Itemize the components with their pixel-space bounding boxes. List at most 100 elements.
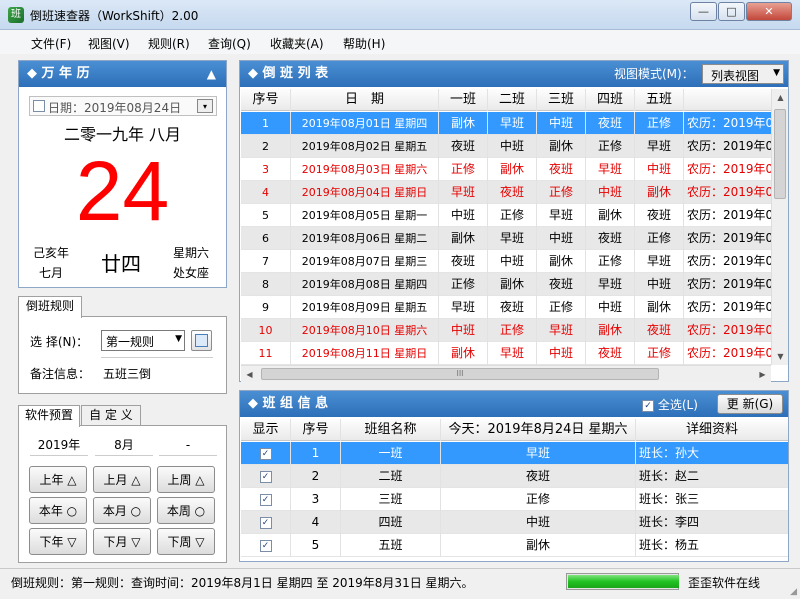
row-group-name: 二班 [341, 465, 441, 488]
row-show[interactable]: ✓ [241, 488, 291, 511]
row-shift3: 副休 [537, 250, 586, 273]
refresh-button[interactable]: 更 新(G) [717, 394, 783, 414]
table-row[interactable]: ✓ 4 四班 中班 班长：李四 [241, 511, 788, 534]
select-all-toggle[interactable]: ✓ 全选(L) [642, 396, 698, 413]
row-shift2: 早班 [488, 227, 537, 250]
row-shift1: 副休 [439, 112, 488, 135]
tab-custom[interactable]: 自 定 义 [81, 405, 141, 425]
show-checkbox[interactable]: ✓ [259, 493, 272, 506]
col-header-lunar[interactable] [684, 89, 771, 111]
col-header-shift2[interactable]: 二班 [488, 89, 537, 111]
row-shift5: 夜班 [635, 319, 684, 342]
vscroll-thumb[interactable] [774, 109, 786, 199]
col-header-shift1[interactable]: 一班 [439, 89, 488, 111]
minimize-button[interactable]: — [690, 2, 717, 21]
week-field[interactable]: - [159, 435, 217, 456]
table-row[interactable]: ✓ 5 五班 副休 班长：杨五 [241, 534, 788, 557]
show-checkbox[interactable]: ✓ [259, 470, 272, 483]
col-header-shift5[interactable]: 五班 [635, 89, 684, 111]
table-row[interactable]: 12019年08月01日 星期四副休早班中班夜班正修农历：2019年07 [241, 112, 771, 135]
table-row[interactable]: 72019年08月07日 星期三夜班中班副休正修早班农历：2019年07 [241, 250, 771, 273]
row-show[interactable]: ✓ [241, 511, 291, 534]
table-row[interactable]: 22019年08月02日 星期五夜班中班副休正修早班农历：2019年07 [241, 135, 771, 158]
row-date: 2019年08月01日 星期四 [291, 112, 439, 135]
menu-rules[interactable]: 规则(R) [148, 35, 190, 52]
col-header-detail[interactable]: 详细资料 [636, 419, 788, 441]
col-header-today[interactable]: 今天：2019年8月24日 星期六 [441, 419, 636, 441]
prev-month-button[interactable]: 上月 △ [93, 466, 151, 493]
show-checkbox[interactable]: ✓ [259, 539, 272, 552]
menu-help[interactable]: 帮助(H) [343, 35, 385, 52]
row-no: 1 [241, 112, 291, 135]
rule-edit-button[interactable] [191, 330, 212, 351]
show-checkbox[interactable]: ✓ [259, 516, 272, 529]
month-field[interactable]: 8月 [95, 435, 153, 456]
col-header-shift3[interactable]: 三班 [537, 89, 586, 111]
prev-year-button[interactable]: 上年 △ [29, 466, 87, 493]
this-year-button[interactable]: 本年 ○ [29, 497, 87, 524]
col-header-group-name[interactable]: 班组名称 [341, 419, 441, 441]
close-button[interactable]: ✕ [746, 2, 792, 21]
rule-select[interactable]: 第一规则 ▼ [101, 330, 185, 351]
resize-grip-icon[interactable]: ◢ [790, 587, 797, 597]
hscroll-thumb[interactable]: III [261, 368, 659, 380]
row-shift3: 中班 [537, 227, 586, 250]
menu-view[interactable]: 视图(V) [88, 35, 130, 52]
row-no: 3 [241, 158, 291, 181]
menu-file[interactable]: 文件(F) [31, 35, 71, 52]
this-month-button[interactable]: 本月 ○ [93, 497, 151, 524]
scroll-right-icon[interactable]: ▶ [754, 366, 771, 383]
table-row[interactable]: 62019年08月06日 星期二副休早班中班夜班正修农历：2019年07 [241, 227, 771, 250]
group-table-body: ✓ 1 一班 早班 班长：孙大 ✓ 2 二班 夜班 班长：赵二 ✓ 3 三班 正修 班长：张三 ✓ 4 四班 中班班… [241, 442, 788, 560]
collapse-icon[interactable]: ▲ [207, 61, 216, 87]
menu-query[interactable]: 查询(Q) [208, 35, 251, 52]
row-shift5: 中班 [635, 158, 684, 181]
scroll-down-icon[interactable]: ▼ [772, 348, 789, 365]
table-row[interactable]: 42019年08月04日 星期日早班夜班正修中班副休农历：2019年07 [241, 181, 771, 204]
calendar-dropdown-icon[interactable]: ▾ [197, 99, 213, 113]
table-row[interactable]: ✓ 1 一班 早班 班长：孙大 [241, 442, 788, 465]
table-row[interactable]: 102019年08月10日 星期六中班正修早班副休夜班农历：2019年07 [241, 319, 771, 342]
show-checkbox[interactable]: ✓ [259, 447, 272, 460]
shift-table-hscroll[interactable]: ◀ III ▶ [241, 365, 771, 382]
col-header-shift4[interactable]: 四班 [586, 89, 635, 111]
tab-rules[interactable]: 倒班规则 [18, 296, 82, 318]
year-field[interactable]: 2019年 [30, 435, 88, 456]
table-row[interactable]: 92019年08月09日 星期五早班夜班正修中班副休农历：2019年07 [241, 296, 771, 319]
next-year-button[interactable]: 下年 ▽ [29, 528, 87, 555]
row-no: 3 [291, 488, 341, 511]
online-status[interactable]: 歪歪软件在线 [688, 574, 760, 591]
table-row[interactable]: 112019年08月11日 星期日副休早班中班夜班正修农历：2019年07 [241, 342, 771, 365]
row-show[interactable]: ✓ [241, 534, 291, 557]
date-picker[interactable]: 日期：2019年08月24日 ▾ [29, 96, 217, 116]
tab-presets[interactable]: 软件预置 [18, 405, 80, 427]
row-show[interactable]: ✓ [241, 442, 291, 465]
table-row[interactable]: ✓ 3 三班 正修 班长：张三 [241, 488, 788, 511]
row-lunar: 农历：2019年07 [687, 323, 771, 337]
maximize-button[interactable]: □ [718, 2, 745, 21]
view-mode-select[interactable]: 列表视图 ▼ [702, 64, 784, 84]
view-mode-label: 视图模式(M)： [614, 67, 694, 81]
col-header-date[interactable]: 日 期 [291, 89, 439, 111]
this-week-button[interactable]: 本周 ○ [157, 497, 215, 524]
next-month-button[interactable]: 下月 ▽ [93, 528, 151, 555]
row-shift4: 夜班 [586, 112, 635, 135]
col-header-group-no[interactable]: 序号 [291, 419, 341, 441]
row-shift1: 中班 [439, 319, 488, 342]
date-checkbox[interactable] [33, 100, 45, 112]
table-row[interactable]: 32019年08月03日 星期六正修副休夜班早班中班农历：2019年07 [241, 158, 771, 181]
next-week-button[interactable]: 下周 ▽ [157, 528, 215, 555]
menu-favorites[interactable]: 收藏夹(A) [270, 35, 324, 52]
col-header-no[interactable]: 序号 [241, 89, 291, 111]
scroll-left-icon[interactable]: ◀ [241, 366, 258, 383]
table-row[interactable]: ✓ 2 二班 夜班 班长：赵二 [241, 465, 788, 488]
table-row[interactable]: 52019年08月05日 星期一中班正修早班副休夜班农历：2019年07 [241, 204, 771, 227]
row-show[interactable]: ✓ [241, 465, 291, 488]
shift-table-vscroll[interactable]: ▲ ▼ [771, 89, 788, 365]
prev-week-button[interactable]: 上周 △ [157, 466, 215, 493]
scroll-up-icon[interactable]: ▲ [772, 89, 789, 106]
table-row[interactable]: 82019年08月08日 星期四正修副休夜班早班中班农历：2019年07 [241, 273, 771, 296]
col-header-show[interactable]: 显示 [241, 419, 291, 441]
row-detail: 班长：赵二 [639, 469, 700, 483]
select-all-checkbox[interactable]: ✓ [642, 399, 654, 412]
